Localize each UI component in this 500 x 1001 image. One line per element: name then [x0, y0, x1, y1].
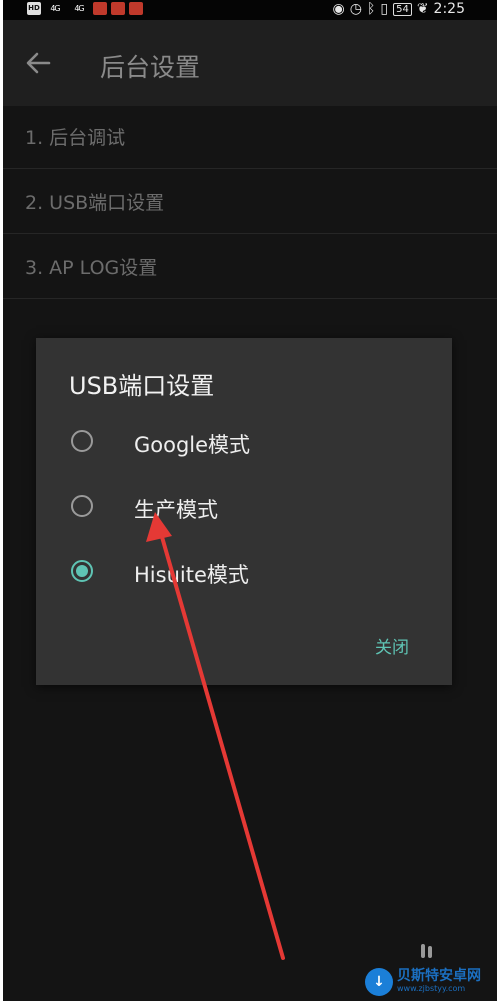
annotation-arrow: [146, 512, 285, 960]
watermark-name: 贝斯特安卓网: [397, 968, 481, 984]
watermark-url: www.zjbstyy.com: [397, 984, 466, 993]
watermark: ↓ 贝斯特安卓网 www.zjbstyy.com: [365, 962, 500, 1001]
watermark-logo-icon: ↓: [365, 967, 393, 996]
